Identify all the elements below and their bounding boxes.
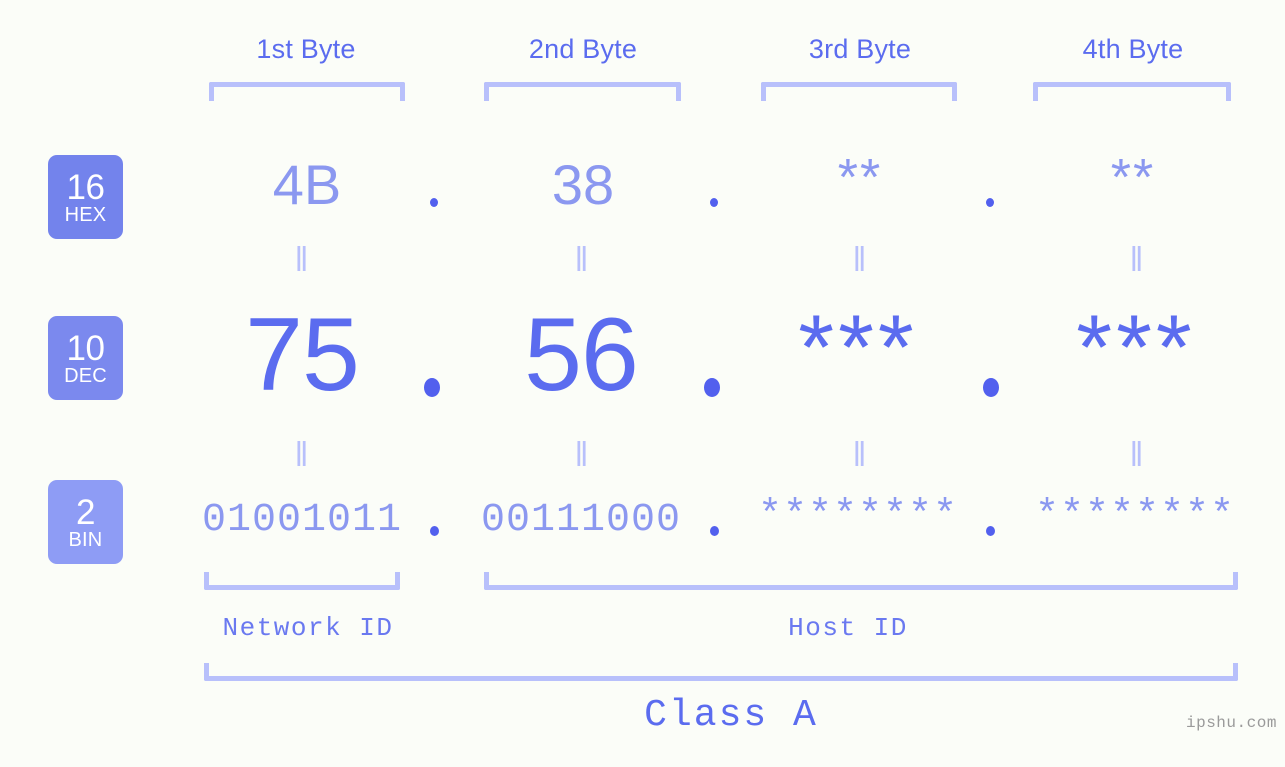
dec-separator-dot-1 [424,378,440,397]
network-id-label: Network ID [222,613,394,643]
equals-hex-dec-2: ‖ [574,241,590,279]
equals-dec-bin-4: ‖ [1129,436,1145,474]
byte-bracket-4 [1033,82,1231,101]
bin-value-byte-2: 00111000 [480,498,682,543]
byte-header-label-3: 3rd Byte [808,34,912,64]
hex-separator-dot-1 [430,198,438,207]
base-badge-bin-name: BIN [68,528,103,551]
byte-bracket-3 [761,82,957,101]
bin-value-byte-3: ******** [757,494,959,539]
equals-hex-dec-3: ‖ [852,241,868,279]
dec-separator-dot-3 [983,378,999,397]
host-id-label: Host ID [788,613,908,643]
bin-separator-dot-1 [430,526,439,536]
base-badge-bin-number: 2 [76,492,95,532]
dec-value-byte-2: 56 [524,297,639,413]
hex-separator-dot-2 [710,198,718,207]
base-badge-dec: 10 DEC [48,316,123,400]
hex-separator-dot-3 [986,198,994,207]
hex-value-byte-3: ** [837,149,883,207]
bin-value-byte-4: ******** [1034,494,1236,539]
hex-value-byte-4: ** [1110,149,1156,207]
base-badge-hex: 16 HEX [48,155,123,239]
byte-header-label-1: 1st Byte [256,34,356,64]
class-bracket [204,663,1238,681]
byte-bracket-1 [209,82,405,101]
equals-dec-bin-2: ‖ [574,436,590,474]
hex-value-byte-2: 38 [551,153,615,216]
base-badge-hex-name: HEX [64,203,107,226]
dec-separator-dot-2 [704,378,720,397]
equals-hex-dec-4: ‖ [1129,241,1145,279]
equals-hex-dec-1: ‖ [294,241,310,279]
network-id-bracket [204,572,400,590]
base-badge-dec-name: DEC [64,364,107,387]
bin-separator-dot-2 [710,526,719,536]
byte-header-label-2: 2nd Byte [528,34,638,64]
byte-header-label-4: 4th Byte [1082,34,1184,64]
equals-dec-bin-1: ‖ [294,436,310,474]
base-badge-dec-number: 10 [66,328,105,368]
bin-separator-dot-3 [986,526,995,536]
dec-value-byte-4: *** [1076,297,1196,399]
watermark: ipshu.com [1186,714,1277,732]
equals-dec-bin-3: ‖ [852,436,868,474]
host-id-bracket [484,572,1238,590]
bin-value-byte-1: 01001011 [201,498,403,543]
ip-byte-breakdown-diagram: 1st Byte 2nd Byte 3rd Byte 4th Byte 16 H… [0,0,1285,767]
dec-value-byte-3: *** [798,297,918,399]
dec-value-byte-1: 75 [245,297,360,413]
base-badge-bin: 2 BIN [48,480,123,564]
byte-bracket-2 [484,82,681,101]
hex-value-byte-1: 4B [272,153,342,216]
class-label: Class A [644,694,818,737]
base-badge-hex-number: 16 [66,167,105,207]
